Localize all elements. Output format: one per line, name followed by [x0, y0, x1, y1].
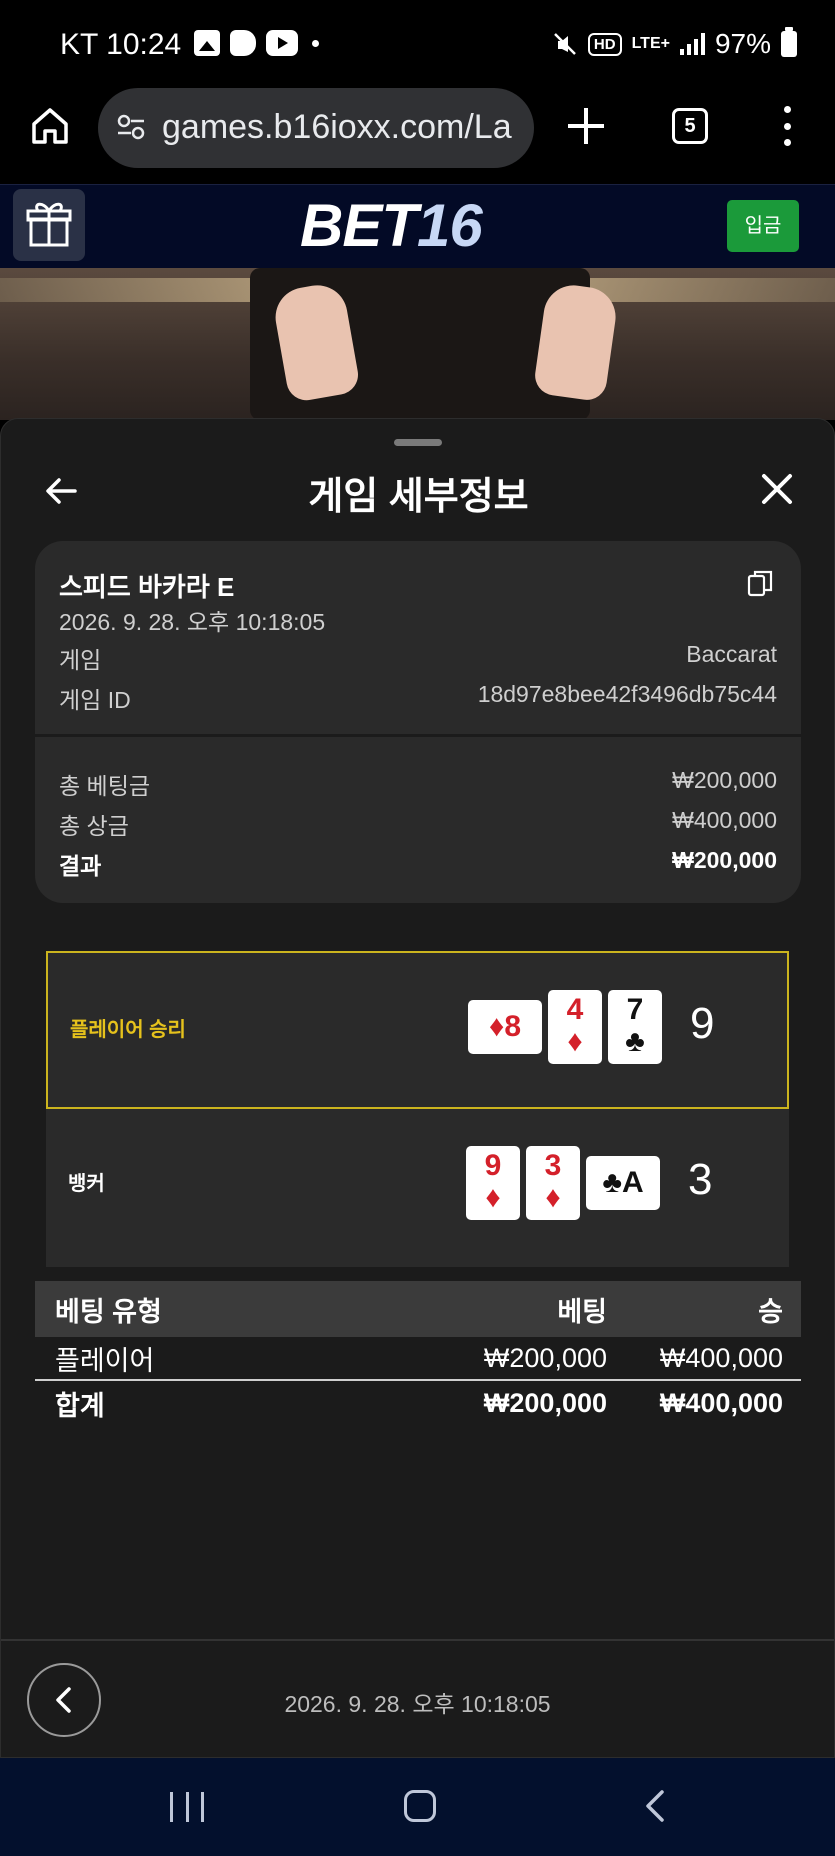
bet-table-header: 베팅 유형 베팅 승 [35, 1281, 801, 1337]
brand-logo[interactable]: BET16 [300, 191, 483, 260]
mute-icon [554, 33, 576, 55]
copy-icon[interactable] [747, 569, 773, 597]
card-rank: 3 [544, 1149, 562, 1182]
card-rank: 4 [566, 993, 584, 1026]
table-row: 플레이어 ₩200,000 ₩400,000 [35, 1337, 801, 1381]
game-date: 2026. 9. 28. 오후 10:18:05 [59, 609, 326, 635]
card-suit: ♦ [489, 1010, 505, 1043]
playing-card: ♦8 [468, 1000, 542, 1054]
system-icons: HD LTE+ 97% [552, 27, 797, 60]
bet-table: 베팅 유형 베팅 승 플레이어 ₩200,000 ₩400,000 합계 ₩20… [35, 1281, 801, 1425]
gift-button[interactable] [13, 189, 85, 261]
banker-score: 3 [688, 1155, 713, 1204]
site-settings-icon[interactable] [116, 112, 146, 142]
tab-switcher-button[interactable]: 5 [672, 108, 708, 144]
status-time: KT 10:24 [60, 28, 182, 61]
gallery-notification-icon [194, 30, 220, 56]
total-payout-row: 총 상금 ₩400,000 [59, 807, 777, 839]
youtube-notification-icon [266, 30, 298, 56]
back-button[interactable] [640, 1788, 670, 1824]
card-rank: 7 [626, 993, 644, 1026]
status-bar: KT 10:24 HD LTE+ 97% [0, 0, 835, 88]
player-score: 9 [690, 999, 715, 1048]
card-rank: A [622, 1166, 644, 1199]
playing-card: 4 ♦ [548, 990, 602, 1064]
recents-button[interactable] [170, 1792, 204, 1822]
home-button[interactable] [404, 1790, 436, 1822]
card-suit: ♣ [602, 1166, 622, 1199]
card-rank: 9 [484, 1149, 502, 1182]
sheet-title: 게임 세부정보 [308, 476, 529, 518]
playing-card: 9 ♦ [466, 1146, 520, 1220]
notification-icons [194, 30, 319, 56]
table-total-row: 합계 ₩200,000 ₩400,000 [55, 1387, 783, 1421]
sheet-footer: 2026. 9. 28. 오후 10:18:05 [1, 1639, 834, 1759]
battery-percent: 97% [714, 28, 771, 59]
url-text[interactable]: games.b16ioxx.com/La [162, 108, 522, 147]
battery-icon [781, 27, 797, 57]
col-bet-type: 베팅 유형 [55, 1296, 162, 1327]
total-bet-row: 총 베팅금 ₩200,000 [59, 767, 777, 799]
game-details-sheet: 게임 세부정보 스피드 바카라 E 2026. 9. 28. 오후 10:18:… [0, 418, 835, 1758]
card-suit: ♦ [485, 1181, 501, 1214]
footer-date: 2026. 9. 28. 오후 10:18:05 [284, 1691, 551, 1717]
game-name: 스피드 바카라 E [59, 572, 235, 602]
gift-icon [26, 202, 72, 247]
banker-result: 뱅커 9 ♦ 3 ♦ ♣A 3 [46, 1109, 789, 1267]
card-suit: ♦ [567, 1025, 583, 1058]
card-rank: 8 [504, 1010, 521, 1043]
new-tab-button[interactable] [566, 106, 606, 146]
home-icon[interactable] [28, 104, 72, 148]
address-bar[interactable]: games.b16ioxx.com/La [98, 88, 534, 168]
playing-card: ♣A [586, 1156, 660, 1210]
close-icon[interactable] [757, 469, 797, 509]
deposit-button[interactable]: 입금 [727, 200, 799, 252]
player-cards: ♦8 4 ♦ 7 ♣ [468, 989, 662, 1065]
col-win: 승 [758, 1296, 783, 1327]
browser-menu-button[interactable] [782, 106, 792, 146]
game-info-card: 스피드 바카라 E 2026. 9. 28. 오후 10:18:05 게임 Ba… [35, 541, 801, 903]
site-header: BET16 입금 [0, 184, 835, 268]
drag-handle[interactable] [394, 439, 442, 446]
game-type-row: 게임 Baccarat [59, 641, 777, 673]
more-notifications-icon [312, 39, 319, 47]
card-suit: ♦ [545, 1181, 561, 1214]
playing-card: 7 ♣ [608, 990, 662, 1064]
playing-card: 3 ♦ [526, 1146, 580, 1220]
signal-icon [679, 33, 705, 55]
banker-cards: 9 ♦ 3 ♦ ♣A [466, 1145, 660, 1221]
b-app-notification-icon [230, 30, 256, 56]
lte-icon: LTE+ [631, 35, 670, 52]
android-nav-bar [0, 1758, 835, 1856]
player-result-label: 플레이어 승리 [70, 1019, 186, 1041]
player-result: 플레이어 승리 ♦8 4 ♦ 7 ♣ 9 [46, 951, 789, 1109]
hd-voice-icon: HD [587, 32, 622, 56]
game-id-row: 게임 ID 18d97e8bee42f3496db75c44 [59, 681, 777, 713]
banker-result-label: 뱅커 [68, 1173, 105, 1195]
browser-toolbar: games.b16ioxx.com/La 5 [0, 88, 835, 184]
result-row: 결과 ₩200,000 [59, 847, 777, 879]
live-video [0, 268, 835, 420]
col-bet: 베팅 [557, 1296, 607, 1327]
card-suit: ♣ [625, 1025, 645, 1058]
